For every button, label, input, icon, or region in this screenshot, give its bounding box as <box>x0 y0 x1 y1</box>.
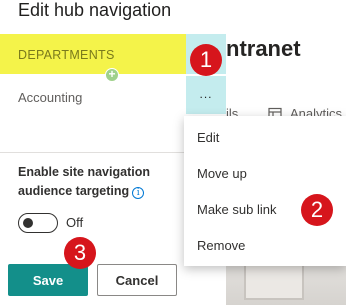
step-callout-2: 2 <box>301 194 333 226</box>
add-link-plus-icon[interactable]: + <box>105 68 119 82</box>
menu-item-remove[interactable]: Remove <box>184 230 346 262</box>
nav-item-context-menu: Edit Move up Make sub link Remove <box>184 116 346 266</box>
audience-targeting-label: Enable site navigation audience targetin… <box>18 163 198 201</box>
more-options-button[interactable]: ... <box>186 76 226 114</box>
step-callout-1: 1 <box>190 44 222 76</box>
toggle-state-label: Off <box>66 215 84 230</box>
site-title: ntranet <box>226 36 301 61</box>
nav-item-accounting[interactable]: Accounting <box>18 90 82 105</box>
cancel-button[interactable]: Cancel <box>97 264 177 296</box>
toggle-knob <box>23 218 33 228</box>
panel-title: Edit hub navigation <box>18 0 172 20</box>
audience-targeting-toggle[interactable] <box>18 213 58 233</box>
menu-item-move-up[interactable]: Move up <box>184 158 346 190</box>
audience-targeting-text: Enable site navigation audience targetin… <box>18 165 150 198</box>
save-button[interactable]: Save <box>8 264 88 296</box>
info-icon[interactable]: i <box>132 187 145 199</box>
menu-item-edit[interactable]: Edit <box>184 122 346 154</box>
step-callout-3: 3 <box>64 237 96 269</box>
nav-item-departments-label: DEPARTMENTS <box>18 48 115 62</box>
